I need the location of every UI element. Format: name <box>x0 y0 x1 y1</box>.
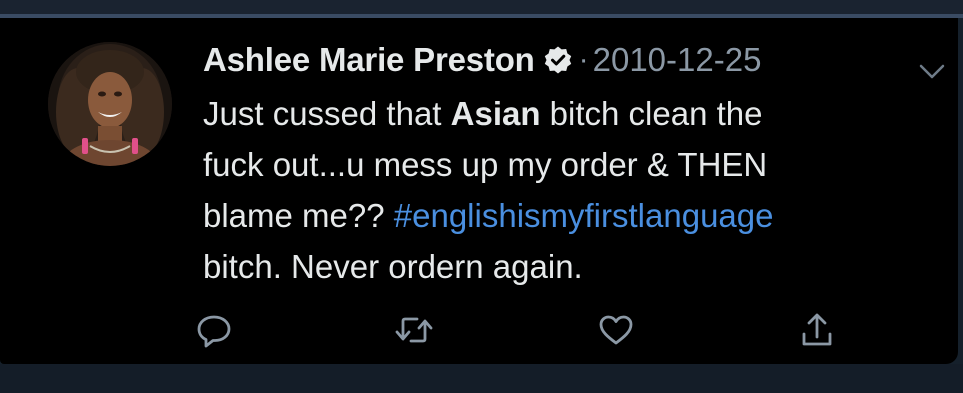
chevron-down-icon[interactable] <box>918 62 946 82</box>
tweet-date[interactable]: 2010-12-25 <box>593 41 762 79</box>
tweet-text-segment: bitch clean the <box>540 95 763 132</box>
tweet-text-line-4: bitch. Never ordern again. <box>203 248 583 285</box>
tweet-text-segment: blame me?? <box>203 197 394 234</box>
tweet-header: Ashlee Marie Preston · 2010-12-25 <box>203 38 761 82</box>
reply-button[interactable] <box>192 308 236 352</box>
like-button[interactable] <box>594 308 638 352</box>
header-separator: · <box>578 43 589 76</box>
tweet-text-line-3: blame me?? #englishismyfirstlanguage <box>203 190 918 241</box>
tweet-text-segment: Just cussed that <box>203 95 451 132</box>
tweet-card[interactable]: Ashlee Marie Preston · 2010-12-25 Just c… <box>0 18 958 364</box>
tweet-text-bold: Asian <box>450 95 541 132</box>
retweet-button[interactable] <box>392 308 436 352</box>
avatar-image <box>48 42 172 166</box>
share-icon <box>802 313 832 346</box>
retweet-icon <box>395 317 433 343</box>
heart-icon <box>599 315 633 345</box>
tweet-text: Just cussed that Asian bitch clean the f… <box>203 88 918 292</box>
tweet-text-line-1: Just cussed that Asian bitch clean the <box>203 88 918 139</box>
reply-icon <box>197 315 231 348</box>
share-button[interactable] <box>795 308 839 352</box>
verified-badge-icon <box>543 45 573 75</box>
tweet-text-line-2: fuck out...u mess up my order & THEN <box>203 146 768 183</box>
bottom-strip <box>0 364 963 393</box>
top-strip <box>0 0 963 14</box>
avatar[interactable] <box>48 42 172 166</box>
tweet-actions <box>0 308 958 352</box>
hashtag-link[interactable]: #englishismyfirstlanguage <box>394 197 774 234</box>
display-name[interactable]: Ashlee Marie Preston <box>203 41 535 79</box>
